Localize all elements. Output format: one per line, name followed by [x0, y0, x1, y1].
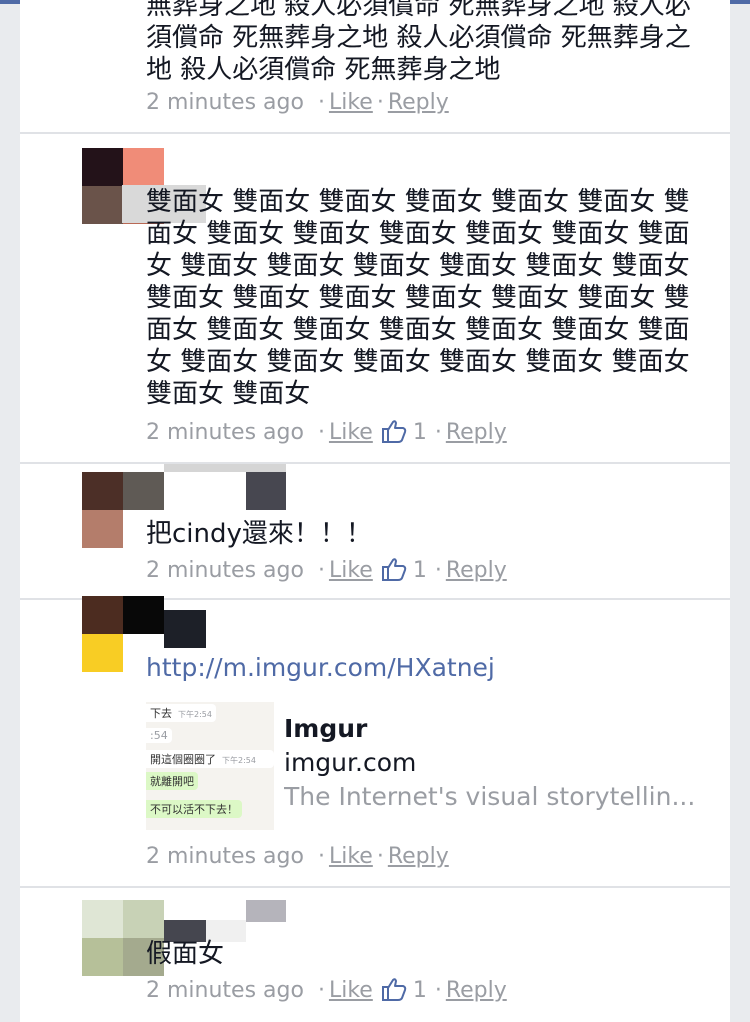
link-preview-description: The Internet's visual storytellin... [284, 782, 696, 811]
thumbs-up-icon [381, 977, 407, 1001]
reply-link[interactable]: Reply [388, 90, 449, 115]
commenter-name[interactable] [164, 464, 286, 472]
like-link[interactable]: Like [329, 978, 373, 1003]
like-count: 1 [412, 558, 427, 583]
comment-time: 2 minutes ago [146, 978, 304, 1003]
like-link[interactable]: Like [329, 90, 373, 115]
comment-meta: 2 minutes ago · Like 1 · Reply [146, 977, 507, 1003]
comment-meta: 2 minutes ago · Like 1 · Reply [146, 419, 507, 445]
like-link[interactable]: Like [329, 420, 373, 445]
like-count: 1 [412, 420, 427, 445]
comment-text: 把cindy還來！！！ [146, 519, 372, 549]
comment-time: 2 minutes ago [146, 558, 304, 583]
like-count: 1 [412, 978, 427, 1003]
thumbs-up-icon [381, 557, 407, 581]
link-preview-domain: imgur.com [284, 748, 417, 777]
shared-link[interactable]: http://m.imgur.com/HXatnej [146, 652, 495, 684]
commenter-name[interactable] [164, 610, 206, 648]
comment-text: 假面女 [146, 939, 225, 969]
reply-link[interactable]: Reply [446, 558, 507, 583]
comment-text: 無葬身之地 殺人必須償命 死無葬身之地 殺人必須償命 死無葬身之地 殺人必須償命… [146, 0, 691, 85]
reply-link[interactable]: Reply [388, 844, 449, 869]
comment-time: 2 minutes ago [146, 90, 304, 115]
thumbs-up-icon [381, 419, 407, 443]
comments-screen: 無葬身之地 殺人必須償命 死無葬身之地 殺人必須償命 死無葬身之地 殺人必須償命… [0, 0, 750, 1022]
commenter-name-part [246, 900, 286, 922]
comment-meta: 2 minutes ago · Like 1 · Reply [146, 557, 507, 583]
like-link[interactable]: Like [329, 558, 373, 583]
comment-time: 2 minutes ago [146, 420, 304, 445]
comment-meta: 2 minutes ago · Like · Reply [146, 90, 449, 115]
reply-link[interactable]: Reply [446, 420, 507, 445]
commenter-name-part [246, 472, 286, 510]
link-preview-thumbnail[interactable]: 下去 下午2:54 :54 開這個圈圈了 下午2:54 就離開吧 不可以活不下去！ [146, 702, 274, 830]
link-preview-title[interactable]: Imgur [284, 714, 367, 743]
comment-meta: 2 minutes ago · Like · Reply [146, 844, 449, 869]
like-link[interactable]: Like [329, 844, 373, 869]
comment-time: 2 minutes ago [146, 844, 304, 869]
comment-text: 雙面女 雙面女 雙面女 雙面女 雙面女 雙面女 雙面女 雙面女 雙面女 雙面女 … [146, 187, 690, 409]
reply-link[interactable]: Reply [446, 978, 507, 1003]
